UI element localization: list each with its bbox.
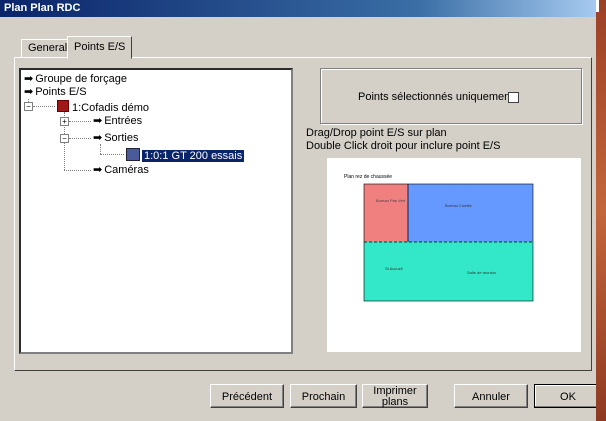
arrow-icon: ➡ xyxy=(24,73,34,85)
previous-button[interactable]: Précédent xyxy=(210,384,284,408)
room-accueil-reunion xyxy=(364,242,533,301)
room-label: Bureau Comité xyxy=(445,203,472,208)
floor-plan-svg: Plan rez de chaussée Bureau Pas Vert Bur… xyxy=(344,174,534,302)
arrow-icon: ➡ xyxy=(93,164,103,176)
collapse-icon[interactable]: − xyxy=(24,102,33,111)
room-bureau-pas-vert xyxy=(364,184,408,242)
selected-only-checkbox[interactable] xyxy=(508,92,519,103)
hint-double-click: Double Click droit pour inclure point E/… xyxy=(306,140,501,152)
tree-node-label: Caméras xyxy=(104,164,149,176)
points-tree[interactable]: ➡ Groupe de forçage ➡ Points E/S − 1:Cofad… xyxy=(19,68,293,354)
ok-button[interactable]: OK xyxy=(534,384,602,408)
tree-node-cameras[interactable]: ➡ Caméras xyxy=(93,164,149,176)
next-button[interactable]: Prochain xyxy=(290,384,357,408)
tree-line xyxy=(69,138,91,139)
tree-line xyxy=(64,170,91,171)
tree-node-entrees[interactable]: ➡ Entrées xyxy=(93,115,142,127)
tree-node-gt200[interactable]: 1:0:1 GT 200 essais xyxy=(126,148,245,162)
tree-line xyxy=(33,106,55,107)
dialog-window: Plan Plan RDC General Points E/S ➡ Groupe… xyxy=(0,0,602,421)
tree-node-label: Groupe de forçage xyxy=(35,73,127,85)
tree-node-label: Sorties xyxy=(104,132,139,144)
output-point-icon xyxy=(126,148,140,161)
arrow-icon: ➡ xyxy=(93,115,103,127)
controller-icon xyxy=(57,100,69,112)
tree-node-label: Entrées xyxy=(104,115,143,127)
tree-node-label: Points E/S xyxy=(35,86,87,98)
plan-preview[interactable]: Plan rez de chaussée Bureau Pas Vert Bur… xyxy=(327,158,581,352)
title-bar[interactable]: Plan Plan RDC xyxy=(0,0,596,17)
room-bureau-comite xyxy=(408,184,533,242)
cancel-button[interactable]: Annuler xyxy=(454,384,528,408)
tree-node-sorties[interactable]: ➡ Sorties xyxy=(93,132,138,144)
tree-node-label: 1:Cofadis démo xyxy=(72,102,150,114)
plan-title: Plan rez de chaussée xyxy=(344,174,392,180)
room-label: Bureau Pas Vert xyxy=(376,198,406,203)
tab-points-es[interactable]: Points E/S xyxy=(67,36,133,59)
tree-node-label-selected: 1:0:1 GT 200 essais xyxy=(142,150,245,162)
tree-line xyxy=(100,144,101,154)
tree-node-points-es[interactable]: ➡ Points E/S xyxy=(24,86,87,98)
arrow-icon: ➡ xyxy=(24,86,34,98)
tree-line xyxy=(69,121,91,122)
tree-line xyxy=(100,154,124,155)
selected-only-label: Points sélectionnés uniquement xyxy=(358,91,514,103)
tree-node-cofadis[interactable]: 1:Cofadis démo xyxy=(57,100,149,114)
tab-points-es-label: Points E/S xyxy=(74,41,126,53)
hint-drag-drop: Drag/Drop point E/S sur plan xyxy=(306,127,447,139)
tree-node-groupe-forcage[interactable]: ➡ Groupe de forçage xyxy=(24,73,127,85)
print-plans-button[interactable]: Imprimer plans xyxy=(362,384,428,408)
expand-icon[interactable]: + xyxy=(60,117,69,126)
tab-general-label: General xyxy=(28,42,68,54)
room-label: Salle de réunion xyxy=(467,270,496,275)
room-label: St Accueil xyxy=(385,266,403,271)
print-plans-label: Imprimer plans xyxy=(373,385,417,408)
desktop-edge xyxy=(596,0,606,421)
arrow-icon: ➡ xyxy=(93,132,103,144)
edge-highlight xyxy=(596,0,599,12)
window-title: Plan Plan RDC xyxy=(4,2,81,14)
collapse-icon[interactable]: − xyxy=(60,134,69,143)
